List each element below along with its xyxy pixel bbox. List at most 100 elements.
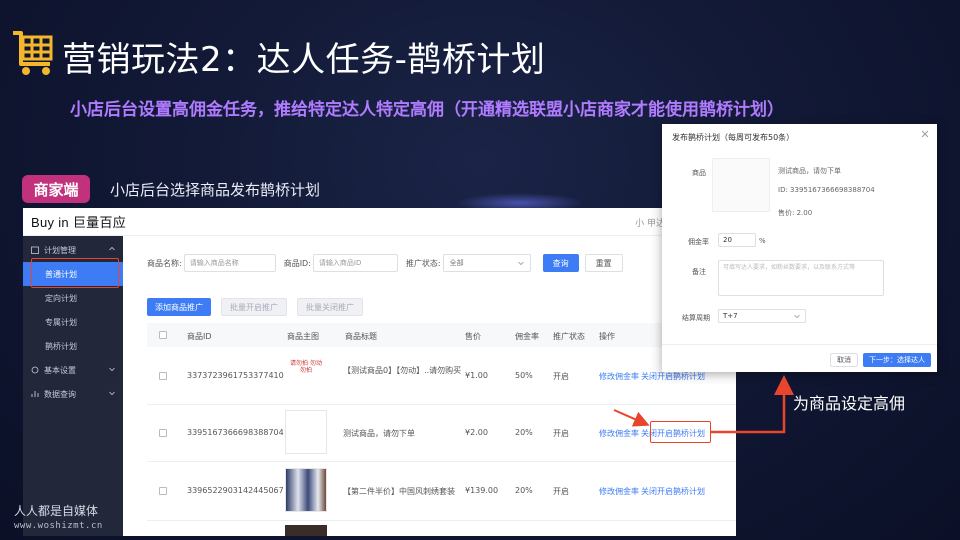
row-checkbox[interactable] xyxy=(159,429,167,437)
product-thumbnail: 请勿拍 勿动 勿拍 xyxy=(285,353,327,397)
row-divider xyxy=(147,404,736,405)
dialog-product-name: 测试商品，请勿下单 xyxy=(778,167,841,175)
product-name-label: 商品名称: xyxy=(147,258,182,268)
row-divider xyxy=(147,520,736,521)
add-product-button[interactable]: 添加商品推广 xyxy=(147,298,211,316)
close-icon[interactable] xyxy=(921,130,929,138)
dialog-title: 发布鹊桥计划（每周可发布50条） xyxy=(672,133,795,142)
search-button[interactable]: 查询 xyxy=(542,254,579,272)
col-header-id: 商品ID xyxy=(187,332,212,341)
close-link[interactable]: 关闭 xyxy=(641,371,657,382)
slide-title: 营销玩法2：达人任务-鹊桥计划 xyxy=(62,40,546,80)
col-header-price: 售价 xyxy=(465,332,481,341)
watermark-name: 人人都是自媒体 xyxy=(14,504,99,518)
status-label: 推广状态: xyxy=(405,258,441,268)
product-id-label: 商品ID: xyxy=(283,258,311,268)
commission-rate: 20% xyxy=(515,428,533,437)
product-name-input[interactable]: 请输入商品名称 xyxy=(183,254,276,272)
close-link[interactable]: 关闭 xyxy=(641,428,657,439)
cycle-select[interactable]: T+7 xyxy=(718,309,806,323)
sidebar-group-plan[interactable]: 计划管理 xyxy=(23,238,123,262)
filter-bar: 商品名称: 请输入商品名称 商品ID: 请输入商品ID 推广状态: 全部 查询 … xyxy=(147,253,623,273)
edit-rate-link[interactable]: 修改佣金率 xyxy=(599,371,639,382)
dialog-product-id: ID: 3395167366698388704 xyxy=(778,186,875,194)
batch-close-button[interactable]: 批量关闭推广 xyxy=(297,298,363,316)
product-id: 3373723961753377410 xyxy=(187,371,284,380)
product-title: 【测试商品0】【勿动】..请勿购买 xyxy=(343,366,462,375)
promotion-status: 开启 xyxy=(553,372,569,381)
row-checkbox[interactable] xyxy=(159,487,167,495)
edit-rate-link[interactable]: 修改佣金率 xyxy=(599,428,639,439)
app-topbar: Buy in 巨量百应 xyxy=(23,208,736,236)
open-queqiao-link[interactable]: 开启鹊桥计划 xyxy=(657,371,705,382)
col-header-actions: 操作 xyxy=(599,332,615,341)
sidebar-item-exclusive-plan[interactable]: 专属计划 xyxy=(23,310,123,334)
next-select-creator-button[interactable]: 下一步：选择达人 xyxy=(863,353,931,367)
chevron-down-icon xyxy=(109,391,115,396)
annotation-text: 为商品设定高佣 xyxy=(793,394,906,413)
calendar-icon xyxy=(31,246,39,254)
note-label: 备注 xyxy=(692,268,706,276)
publish-queqiao-dialog: 发布鹊桥计划（每周可发布50条） 商品 测试商品，请勿下单 ID: 339516… xyxy=(662,124,937,372)
rate-input[interactable]: 20 xyxy=(718,233,756,247)
reset-button[interactable]: 重置 xyxy=(584,254,623,272)
table-header: 商品ID 商品主图 商品标题 售价 佣金率 推广状态 操作 xyxy=(147,323,736,347)
sidebar-group-label: 计划管理 xyxy=(44,245,76,255)
product-thumbnail xyxy=(285,410,327,454)
open-queqiao-link[interactable]: 开启鹊桥计划 xyxy=(657,486,705,497)
promotion-status: 开启 xyxy=(553,487,569,496)
product-id-input[interactable]: 请输入商品ID xyxy=(312,254,398,272)
dialog-product-price: 售价: 2.00 xyxy=(778,209,813,217)
sidebar-group-data[interactable]: 数据查询 xyxy=(23,382,123,406)
cycle-label: 结算周期 xyxy=(682,314,710,322)
sidebar-item-targeted-plan[interactable]: 定向计划 xyxy=(23,286,123,310)
product-price: ¥139.00 xyxy=(465,486,499,495)
product-thumbnail xyxy=(285,525,327,536)
commission-rate: 20% xyxy=(515,486,533,495)
col-header-title: 商品标题 xyxy=(345,332,377,341)
chevron-up-icon xyxy=(109,246,115,251)
product-price: ¥2.00 xyxy=(465,428,488,437)
product-price: ¥1.00 xyxy=(465,371,488,380)
merchant-badge: 商家端 xyxy=(22,175,90,203)
edit-rate-link[interactable]: 修改佣金率 xyxy=(599,486,639,497)
row-checkbox[interactable] xyxy=(159,372,167,380)
chevron-down-icon xyxy=(109,367,115,372)
shopping-cart-icon xyxy=(13,31,53,75)
chevron-down-icon xyxy=(517,261,524,266)
status-select[interactable]: 全部 xyxy=(442,254,531,272)
cancel-button[interactable]: 取消 xyxy=(830,353,858,367)
open-queqiao-link[interactable]: 开启鹊桥计划 xyxy=(657,428,705,439)
commission-rate: 50% xyxy=(515,371,533,380)
dialog-footer-divider xyxy=(662,344,937,345)
sidebar-item-normal-plan[interactable]: 普通计划 xyxy=(23,262,123,286)
col-header-rate: 佣金率 xyxy=(515,332,539,341)
action-bar: 添加商品推广 批量开启推广 批量关闭推广 xyxy=(147,298,373,316)
product-title: 【第二件半价】中国风刺绣套装 xyxy=(343,487,455,496)
dialog-product-thumbnail xyxy=(712,158,770,212)
sidebar-item-queqiao-plan[interactable]: 鹊桥计划 xyxy=(23,334,123,358)
merchant-backend-window: Buy in 巨量百应 小 甲达人 计划管理 普通计划 定向计划 专属计划 鹊桥… xyxy=(23,208,736,536)
product-title: 测试商品，请勿下单 xyxy=(343,429,415,438)
sidebar: 计划管理 普通计划 定向计划 专属计划 鹊桥计划 基本设置 数据查询 xyxy=(23,236,123,536)
product-label: 商品 xyxy=(692,169,706,177)
promotion-status: 开启 xyxy=(553,429,569,438)
watermark-url: www.woshizmt.cn xyxy=(14,521,103,531)
chevron-down-icon xyxy=(794,314,800,319)
product-thumbnail xyxy=(285,468,327,512)
rate-label: 佣金率 xyxy=(688,238,709,246)
product-id: 3396522903142445067 xyxy=(187,486,284,495)
col-header-status: 推广状态 xyxy=(553,332,585,341)
select-all-checkbox[interactable] xyxy=(159,331,167,339)
col-header-image: 商品主图 xyxy=(287,332,319,341)
section-caption: 小店后台选择商品发布鹊桥计划 xyxy=(110,181,321,199)
batch-open-button[interactable]: 批量开启推广 xyxy=(221,298,287,316)
close-link[interactable]: 关闭 xyxy=(641,486,657,497)
row-divider xyxy=(147,461,736,462)
brand-logo: Buy in 巨量百应 xyxy=(31,215,127,230)
sidebar-group-settings[interactable]: 基本设置 xyxy=(23,358,123,382)
note-textarea[interactable]: 可填写达人要求，如粉丝数要求，以及联系方式等 xyxy=(718,260,884,296)
rate-unit: % xyxy=(759,237,766,245)
settings-icon xyxy=(31,366,39,374)
product-id: 3395167366698388704 xyxy=(187,428,284,437)
